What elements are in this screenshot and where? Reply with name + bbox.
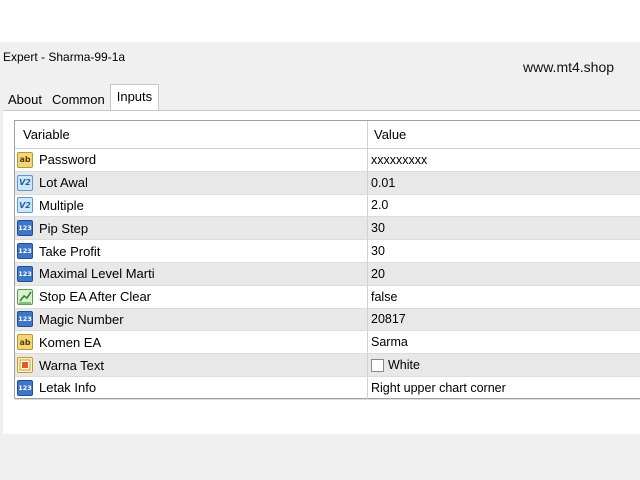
- variable-cell: 123 Magic Number: [15, 308, 368, 331]
- variable-name: Maximal Level Marti: [39, 266, 155, 282]
- variable-cell: 123 Maximal Level Marti: [15, 262, 368, 285]
- table-row[interactable]: V2 Lot Awal 0.01: [15, 171, 640, 195]
- integer-123-icon: 123: [17, 311, 33, 328]
- column-header-value[interactable]: Value: [368, 121, 640, 148]
- value-cell[interactable]: Sarma: [368, 331, 640, 353]
- variable-cell: Stop EA After Clear: [15, 285, 368, 308]
- tab-common[interactable]: Common: [47, 88, 110, 110]
- value-text: 20817: [371, 312, 406, 327]
- variable-name: Stop EA After Clear: [39, 289, 152, 305]
- table-row[interactable]: Warna Text White: [15, 354, 640, 377]
- integer-123-icon: 123: [17, 220, 33, 237]
- variable-name: Warna Text: [39, 357, 105, 373]
- value-cell[interactable]: 30: [368, 240, 640, 262]
- value-text: xxxxxxxxx: [371, 152, 428, 167]
- table-row[interactable]: V2 Multiple 2.0: [15, 194, 640, 218]
- value-text: 30: [371, 221, 385, 236]
- value-text: 30: [371, 244, 385, 259]
- window-title: Expert - Sharma-99-1a: [3, 50, 126, 64]
- table-row[interactable]: ab Komen EA Sarma: [15, 331, 640, 355]
- table-row[interactable]: 123 Take Profit 30: [15, 240, 640, 263]
- tab-strip: About Common Inputs: [3, 84, 160, 110]
- inputs-table: Variable Value ab Password xxxxxxxxx V2 …: [14, 120, 640, 400]
- value-cell[interactable]: White: [368, 354, 640, 376]
- string-ab-icon: ab: [17, 334, 33, 351]
- tab-about[interactable]: About: [3, 88, 47, 110]
- variable-cell: ab Komen EA: [15, 331, 368, 354]
- value-text: Sarma: [371, 335, 408, 350]
- value-text: 2.0: [371, 198, 389, 213]
- variable-cell: ab Password: [15, 149, 368, 171]
- dialog-footer: [0, 434, 640, 480]
- variable-cell: V2 Lot Awal: [15, 171, 368, 194]
- value-cell[interactable]: 30: [368, 217, 640, 239]
- value-text: false: [371, 289, 398, 304]
- value-text: White: [388, 358, 420, 373]
- variable-cell: Warna Text: [15, 354, 368, 376]
- double-v2-icon: V2: [17, 174, 33, 191]
- value-cell[interactable]: 20817: [368, 309, 640, 331]
- value-cell[interactable]: Right upper chart corner: [368, 377, 640, 399]
- watermark-text: www.mt4.shop: [523, 59, 615, 75]
- variable-name: Take Profit: [39, 243, 101, 259]
- double-v2-icon: V2: [17, 197, 33, 214]
- integer-123-icon: 123: [17, 265, 33, 282]
- table-row[interactable]: 123 Magic Number 20817: [15, 308, 640, 332]
- variable-name: Letak Info: [39, 380, 97, 396]
- value-cell[interactable]: 0.01: [368, 172, 640, 194]
- value-text: Right upper chart corner: [371, 380, 506, 395]
- table-header: Variable Value: [15, 121, 640, 149]
- variable-cell: 123 Take Profit: [15, 240, 368, 262]
- variable-name: Komen EA: [39, 334, 102, 350]
- color-icon: [17, 357, 33, 374]
- table-row[interactable]: 123 Letak Info Right upper chart corner: [15, 376, 640, 400]
- integer-123-icon: 123: [17, 243, 33, 260]
- variable-name: Lot Awal: [39, 175, 88, 191]
- value-cell[interactable]: false: [368, 286, 640, 308]
- color-swatch: [371, 358, 384, 372]
- column-header-variable[interactable]: Variable: [15, 121, 368, 148]
- table-row[interactable]: Stop EA After Clear false: [15, 285, 640, 309]
- variable-cell: 123 Letak Info: [15, 376, 368, 399]
- value-cell[interactable]: 20: [368, 263, 640, 285]
- variable-name: Magic Number: [39, 311, 124, 327]
- string-ab-icon: ab: [17, 151, 33, 168]
- variable-name: Password: [39, 152, 97, 168]
- integer-123-icon: 123: [17, 379, 33, 396]
- variable-cell: 123 Pip Step: [15, 217, 368, 240]
- value-cell[interactable]: 2.0: [368, 195, 640, 217]
- variable-cell: V2 Multiple: [15, 194, 368, 217]
- value-text: 20: [371, 266, 385, 281]
- table-row[interactable]: 123 Pip Step 30: [15, 217, 640, 241]
- table-row[interactable]: 123 Maximal Level Marti 20: [15, 262, 640, 286]
- variable-name: Multiple: [39, 197, 84, 213]
- bool-icon: [17, 288, 33, 305]
- inputs-panel: Variable Value ab Password xxxxxxxxx V2 …: [3, 110, 640, 435]
- tab-inputs[interactable]: Inputs: [109, 84, 160, 110]
- title-bar: [0, 0, 640, 42]
- value-text: 0.01: [371, 175, 396, 190]
- table-row[interactable]: ab Password xxxxxxxxx: [15, 149, 640, 172]
- variable-name: Pip Step: [39, 220, 89, 236]
- value-cell[interactable]: xxxxxxxxx: [368, 149, 640, 171]
